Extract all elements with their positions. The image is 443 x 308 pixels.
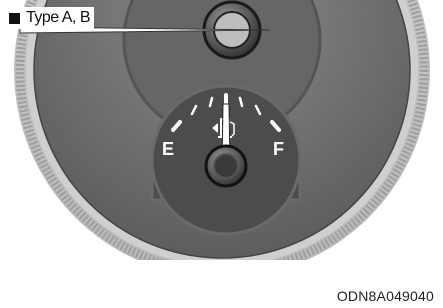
full-label: F: [273, 139, 284, 159]
type-label-text: Type A, B: [26, 9, 90, 26]
image-code: ODN8A049040: [336, 288, 434, 304]
cluster-drawing: [14, 0, 430, 260]
square-bullet-icon: [9, 12, 20, 24]
fuel-gauge-illustration: E F Type A, B ODN8A049040: [0, 0, 443, 308]
empty-label: E: [162, 139, 175, 159]
type-label: Type A, B: [7, 7, 94, 29]
